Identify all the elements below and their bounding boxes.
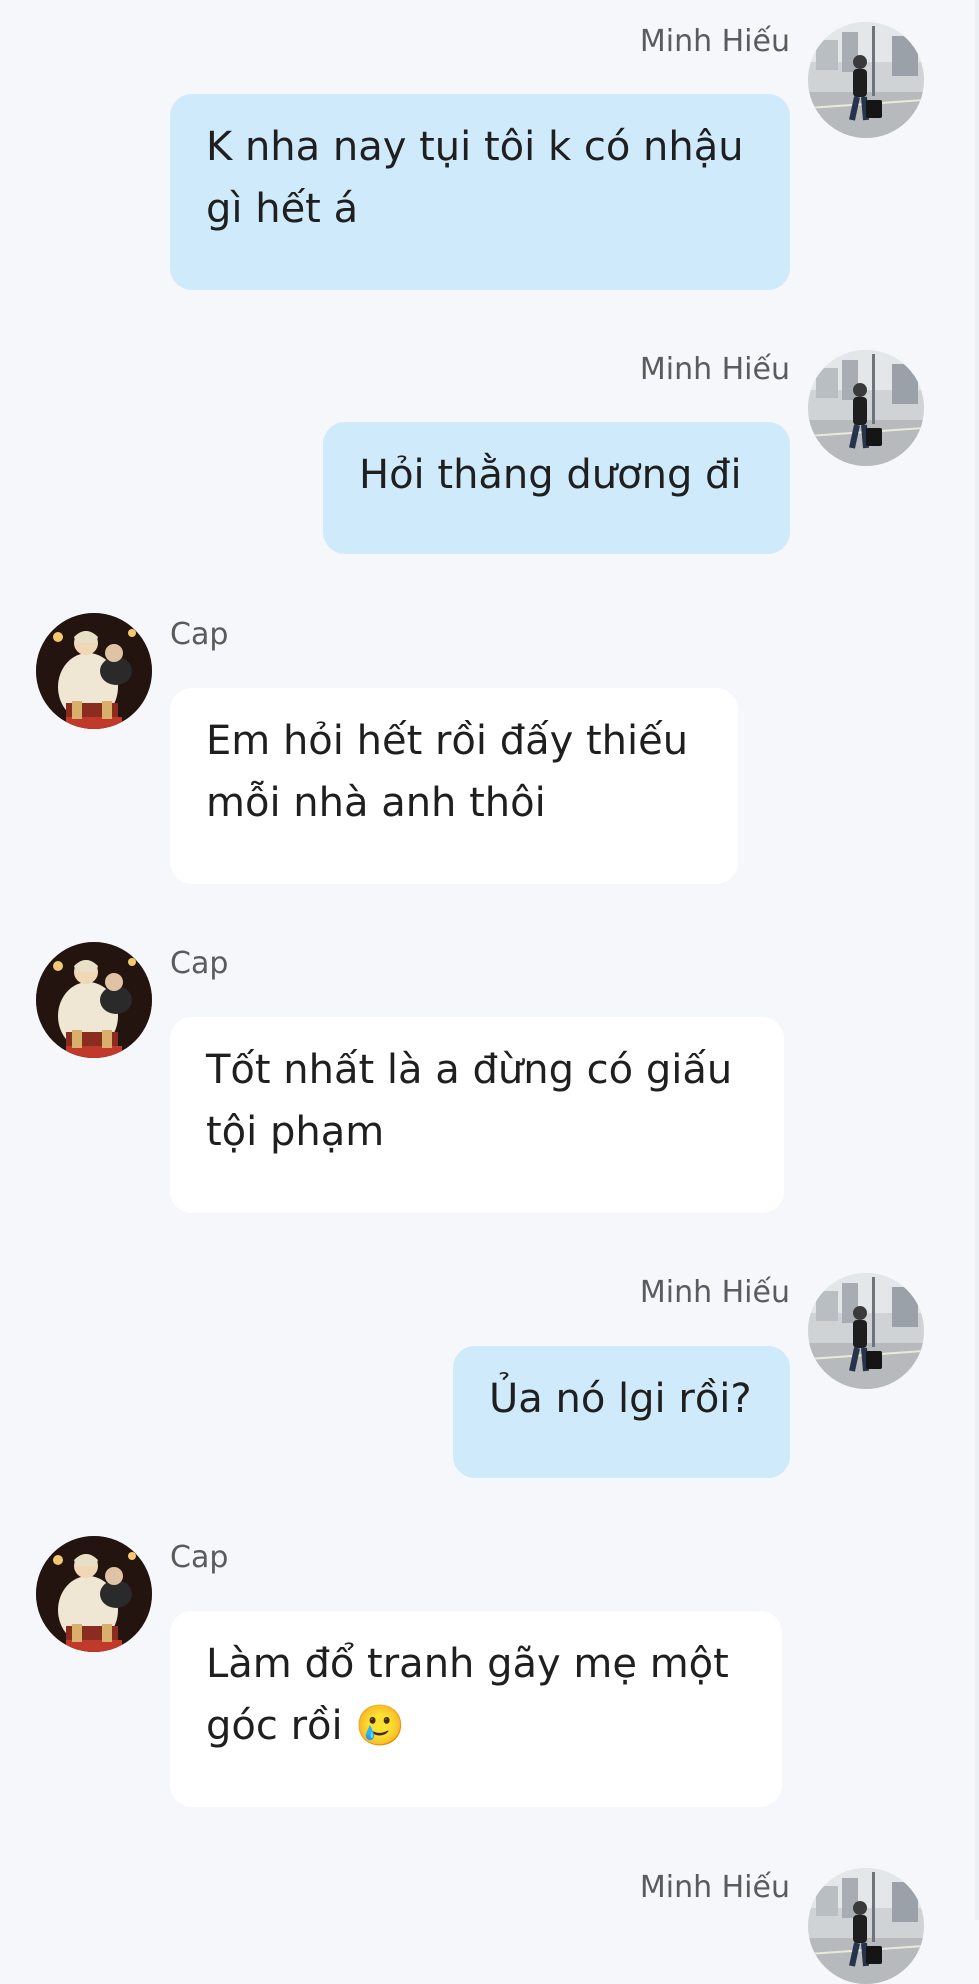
scroll-track[interactable] xyxy=(975,0,979,1920)
avatar-cap[interactable] xyxy=(36,1536,152,1652)
avatar-minh-hieu[interactable] xyxy=(808,1868,924,1984)
sender-name: Minh Hiếu xyxy=(639,1870,790,1905)
message-text: Em hỏi hết rồi đấy thiếu mỗi nhà anh thô… xyxy=(206,718,689,826)
sender-name: Cap xyxy=(170,617,229,652)
message-text: Tốt nhất là a đừng có giấu tội phạm xyxy=(206,1047,733,1155)
message-bubble[interactable]: Em hỏi hết rồi đấy thiếu mỗi nhà anh thô… xyxy=(170,688,738,884)
avatar-minh-hieu[interactable] xyxy=(808,350,924,466)
message-text: Ủa nó lgi rồi? xyxy=(489,1376,752,1422)
sender-name: Cap xyxy=(170,1540,229,1575)
message-text: Hỏi thằng dương đi xyxy=(359,452,742,498)
avatar-minh-hieu[interactable] xyxy=(808,22,924,138)
sender-name: Minh Hiếu xyxy=(639,1275,790,1310)
message-bubble[interactable]: Ủa nó lgi rồi? xyxy=(453,1346,790,1478)
message-bubble[interactable]: Hỏi thằng dương đi xyxy=(323,422,790,554)
avatar-cap[interactable] xyxy=(36,942,152,1058)
avatar-cap[interactable] xyxy=(36,613,152,729)
message-bubble[interactable]: Tốt nhất là a đừng có giấu tội phạm xyxy=(170,1017,784,1213)
message-bubble[interactable]: Làm đổ tranh gãy mẹ một góc rồi 🥲 xyxy=(170,1611,782,1807)
sender-name: Minh Hiếu xyxy=(639,24,790,59)
sender-name: Minh Hiếu xyxy=(639,352,790,387)
message-text: Làm đổ tranh gãy mẹ một góc rồi 🥲 xyxy=(206,1641,729,1749)
sender-name: Cap xyxy=(170,946,229,981)
avatar-minh-hieu[interactable] xyxy=(808,1273,924,1389)
message-text: K nha nay tụi tôi k có nhậu gì hết á xyxy=(206,124,744,232)
message-bubble[interactable]: K nha nay tụi tôi k có nhậu gì hết á xyxy=(170,94,790,290)
